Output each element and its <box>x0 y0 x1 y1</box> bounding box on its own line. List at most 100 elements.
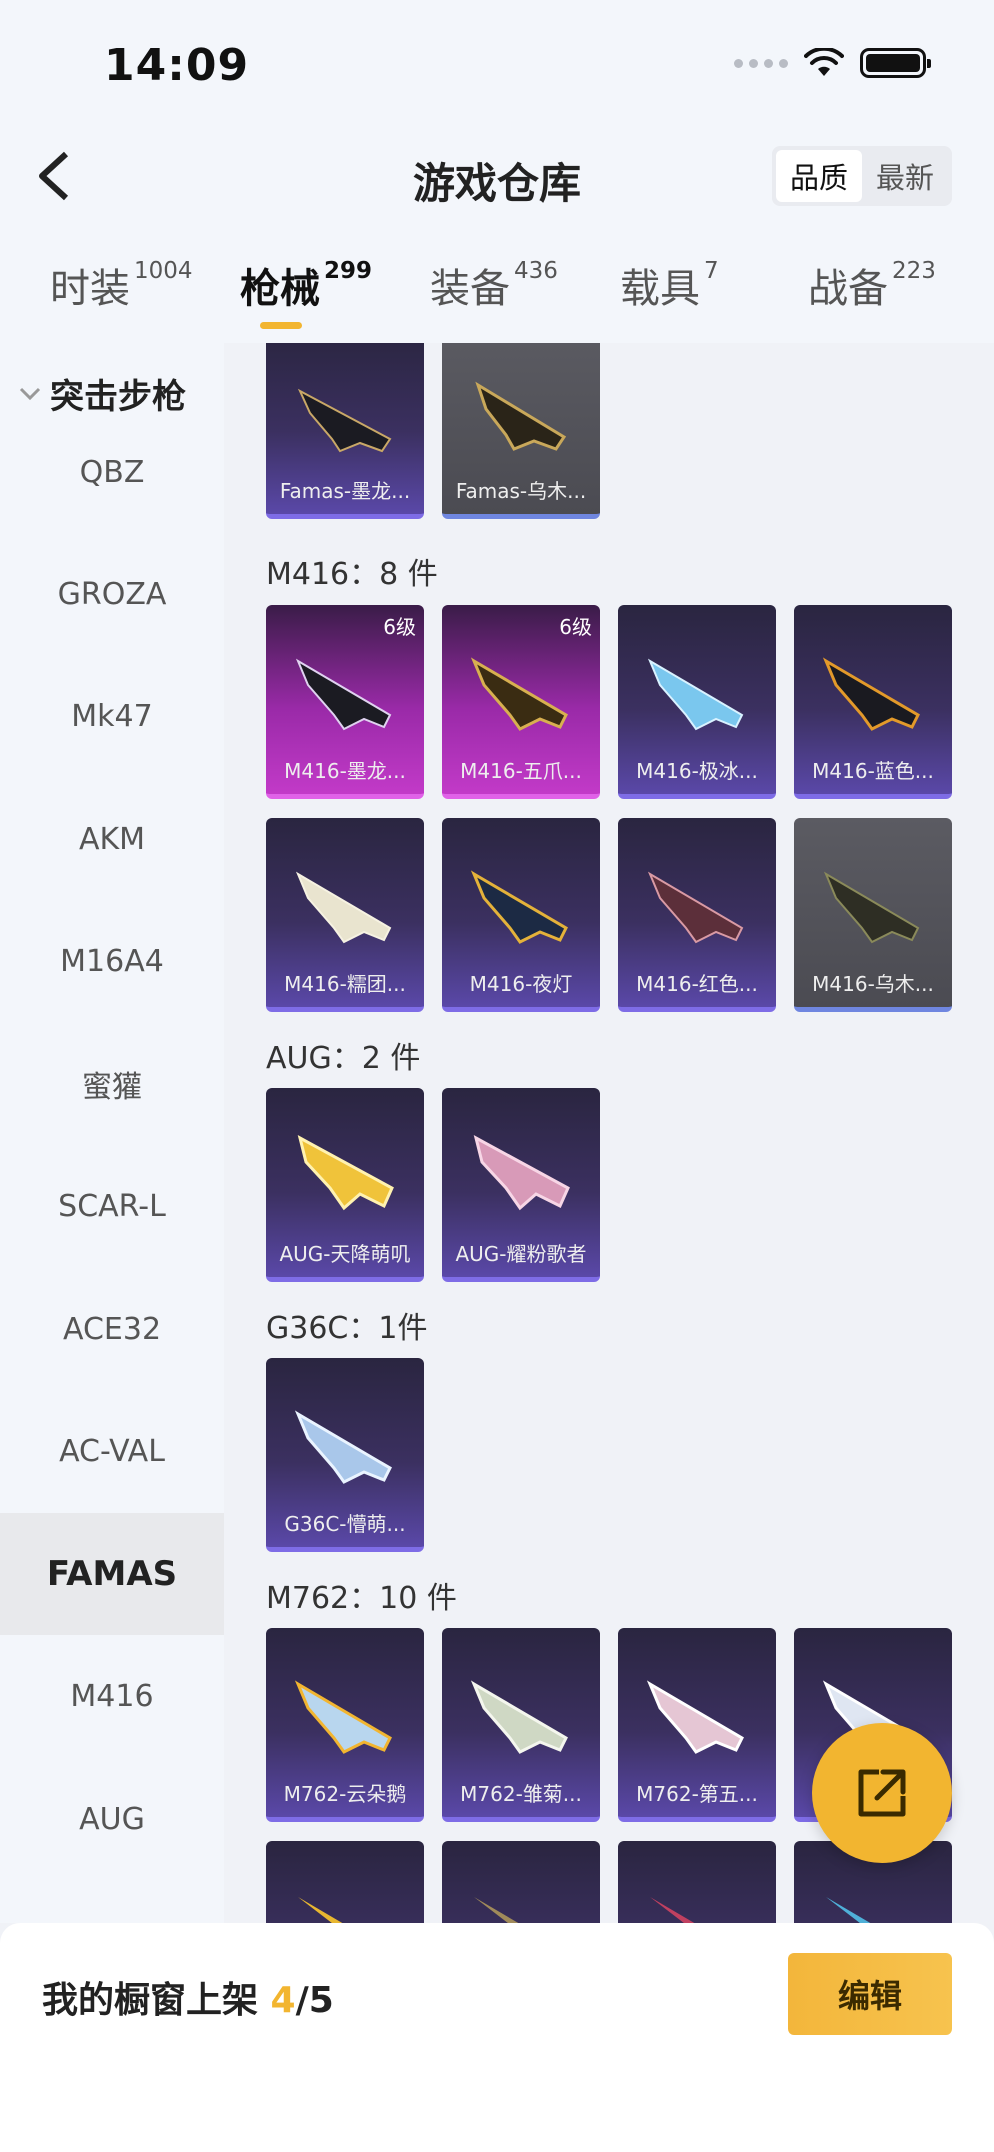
tab-label: 枪械 <box>240 266 320 312</box>
weapon-card[interactable]: 6级 M416-墨龙... <box>266 605 424 799</box>
rifle-icon <box>822 657 920 731</box>
weapon-name: Famas-乌木... <box>455 479 587 503</box>
showcase-count: 4 <box>270 1980 296 2021</box>
weapon-name: M416-夜灯 <box>469 972 573 996</box>
weapon-name: M416-五爪... <box>460 759 582 783</box>
status-icons <box>734 48 931 78</box>
weapon-card[interactable]: M762-云朵鹅 <box>266 1628 424 1822</box>
weapon-card[interactable]: M416-红色... <box>618 818 776 1012</box>
rifle-icon <box>294 1680 392 1754</box>
weapon-name: M416-极冰... <box>636 759 758 783</box>
tab-label: 时装 <box>50 266 130 312</box>
rifle-icon <box>647 658 744 731</box>
weapon-card[interactable]: M762-雏菊... <box>442 1628 600 1822</box>
weapon-card[interactable]: M416-极冰... <box>618 605 776 799</box>
showcase-label: 我的橱窗上架 <box>42 1980 271 2021</box>
tab-count: 299 <box>324 258 373 284</box>
tab-fashion[interactable]: 时装 1004 <box>50 256 193 314</box>
section-title-m416: M416：8 件 <box>266 557 438 592</box>
rifle-icon <box>295 871 392 944</box>
rifle-icon <box>298 1897 343 1923</box>
share-icon <box>858 1769 906 1817</box>
category-tabs: 时装 1004 枪械 299 装备 436 载具 7 战备 223 <box>0 256 994 336</box>
rifle-icon <box>647 871 744 944</box>
rifle-icon <box>295 658 392 731</box>
tab-count: 436 <box>514 258 558 284</box>
sort-quality-button[interactable]: 品质 <box>776 150 862 202</box>
signal-icon <box>734 58 788 68</box>
rifle-icon <box>474 1897 519 1923</box>
weapon-name: M762-第五... <box>636 1782 758 1806</box>
edit-button[interactable]: 编辑 <box>788 1953 952 2035</box>
rifle-icon <box>475 381 567 451</box>
weapon-card[interactable]: Famas-乌木... <box>442 343 600 519</box>
tab-label: 装备 <box>430 266 510 312</box>
weapon-card[interactable]: M416-糯团... <box>266 818 424 1012</box>
sidebar-item-aug[interactable]: AUG <box>0 1758 224 1880</box>
sort-toggle: 品质 最新 <box>772 146 952 206</box>
weapon-card[interactable]: AUG-天降萌叽 <box>266 1088 424 1282</box>
weapon-card[interactable]: M416-夜灯 <box>442 818 600 1012</box>
weapon-name: M416-墨龙... <box>284 759 406 783</box>
weapon-name: M416-蓝色... <box>812 759 934 783</box>
tab-vehicles[interactable]: 载具 7 <box>620 256 719 314</box>
sidebar-item-famas[interactable]: FAMAS <box>0 1513 224 1635</box>
weapon-grid: Famas-墨龙... Famas-乌木... M416：8 件 6级 M416… <box>224 343 994 1923</box>
rifle-icon <box>470 657 568 731</box>
sidebar-item-m16a4[interactable]: M16A4 <box>0 900 224 1022</box>
rifle-icon <box>826 1897 871 1923</box>
weapon-name: M416-红色... <box>636 972 758 996</box>
sidebar-item-groza[interactable]: GROZA <box>0 533 224 655</box>
sidebar-item-scar-l[interactable]: SCAR-L <box>0 1145 224 1267</box>
battery-icon <box>860 48 931 78</box>
rifle-icon <box>294 1410 392 1484</box>
weapon-card[interactable] <box>442 1841 600 1923</box>
tab-label: 载具 <box>620 266 700 312</box>
sidebar-item-m416[interactable]: M416 <box>0 1635 224 1757</box>
tab-count: 7 <box>704 258 719 284</box>
rifle-icon <box>646 1680 744 1754</box>
weapon-card[interactable] <box>266 1841 424 1923</box>
weapon-name: Famas-墨龙... <box>279 479 411 503</box>
showcase-bar: 我的橱窗上架 4/5 编辑 <box>0 1923 994 2152</box>
sidebar-item-ace32[interactable]: ACE32 <box>0 1268 224 1390</box>
weapon-card[interactable]: AUG-耀粉歌者 <box>442 1088 600 1282</box>
tab-weapons[interactable]: 枪械 299 <box>240 256 372 314</box>
rifle-icon <box>650 1897 695 1923</box>
weapon-card[interactable]: G36C-懵萌... <box>266 1358 424 1552</box>
status-time: 14:09 <box>104 40 250 91</box>
weapon-card[interactable]: M416-乌木... <box>794 818 952 1012</box>
sidebar-item-honey-badger[interactable]: 蜜獾 <box>0 1023 224 1145</box>
sidebar-item-ac-val[interactable]: AC-VAL <box>0 1390 224 1512</box>
tab-label: 战备 <box>808 266 888 312</box>
tab-supplies[interactable]: 战备 223 <box>808 256 936 314</box>
weapon-name: AUG-天降萌叽 <box>279 1242 411 1266</box>
sort-newest-button[interactable]: 最新 <box>862 150 948 202</box>
weapon-name: M762-雏菊... <box>460 1782 582 1806</box>
wifi-icon <box>804 48 844 76</box>
tab-equipment[interactable]: 装备 436 <box>430 256 558 314</box>
section-title-g36c: G36C：1件 <box>266 1311 428 1346</box>
weapon-card[interactable]: 6级 M416-五爪... <box>442 605 600 799</box>
weapon-card[interactable]: M416-蓝色... <box>794 605 952 799</box>
weapon-card[interactable] <box>618 1841 776 1923</box>
weapon-name: AUG-耀粉歌者 <box>455 1242 587 1266</box>
sidebar-item-akm[interactable]: AKM <box>0 778 224 900</box>
rifle-icon <box>470 1680 568 1754</box>
weapon-card[interactable]: M762-第五... <box>618 1628 776 1822</box>
rifle-icon <box>297 1135 394 1211</box>
section-title-m762: M762：10 件 <box>266 1581 457 1616</box>
weapon-name: M416-糯团... <box>284 972 406 996</box>
weapon-name: M762-云朵鹅 <box>283 1782 407 1806</box>
weapon-name: G36C-懵萌... <box>284 1512 406 1536</box>
share-button[interactable] <box>812 1723 952 1863</box>
rifle-icon <box>470 870 568 944</box>
active-tab-indicator <box>260 322 302 329</box>
sidebar-item-qbz[interactable]: QBZ <box>0 411 224 533</box>
chevron-down-icon <box>19 387 41 400</box>
tab-count: 223 <box>892 258 936 284</box>
rifle-icon <box>297 388 392 453</box>
sidebar-item-mk47[interactable]: Mk47 <box>0 655 224 777</box>
section-title-aug: AUG：2 件 <box>266 1041 421 1076</box>
weapon-card[interactable]: Famas-墨龙... <box>266 343 424 519</box>
